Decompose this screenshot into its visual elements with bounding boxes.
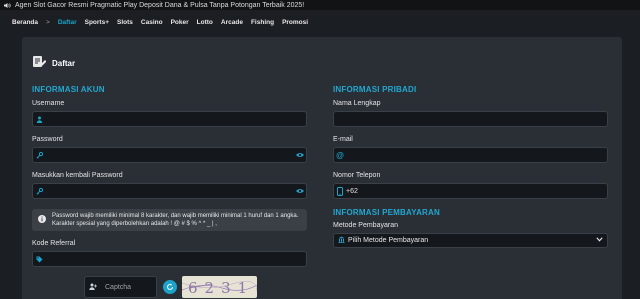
confirm-password-field[interactable] <box>32 183 307 199</box>
speaker-icon <box>4 2 11 9</box>
user-icon <box>33 116 45 123</box>
add-user-icon <box>89 283 97 292</box>
email-label: E-mail <box>333 136 353 143</box>
nav-casino[interactable]: Casino <box>141 19 163 26</box>
phone-prefix[interactable]: +62 <box>346 188 607 195</box>
nav-slots[interactable]: Slots <box>117 19 133 26</box>
phone-icon <box>334 186 346 196</box>
info-icon <box>38 215 46 225</box>
fullname-field[interactable] <box>333 111 608 127</box>
breadcrumb-separator: > <box>46 18 50 26</box>
phone-label: Nomor Telepon <box>333 172 381 179</box>
password-notice-text: Password wajib memiliki minimal 8 karakt… <box>52 213 299 227</box>
ticker-text: Agen Slot Gacor Resmi Pragmatic Play Dep… <box>15 1 305 9</box>
at-icon: @ <box>336 150 344 160</box>
nav-poker[interactable]: Poker <box>171 19 189 26</box>
tag-icon <box>33 256 45 263</box>
fullname-label: Nama Lengkap <box>333 100 381 107</box>
nav-promosi[interactable]: Promosi <box>282 19 308 26</box>
nav-beranda[interactable]: Beranda <box>12 19 38 26</box>
referral-field[interactable] <box>32 251 307 267</box>
payment-heading: INFORMASI PEMBAYARAN <box>333 208 440 217</box>
captcha-field[interactable]: Captcha <box>84 276 157 298</box>
password-field[interactable] <box>32 147 307 163</box>
panel-title: Daftar <box>32 55 75 71</box>
phone-field[interactable]: +62 <box>333 183 608 199</box>
key-icon <box>33 187 45 195</box>
nav-lotto[interactable]: Lotto <box>197 19 213 26</box>
refresh-captcha-button[interactable] <box>163 280 177 294</box>
announcement-ticker: Agen Slot Gacor Resmi Pragmatic Play Dep… <box>0 0 640 10</box>
bank-icon <box>338 236 345 245</box>
nav-daftar[interactable]: Daftar <box>58 19 77 26</box>
nav-arcade[interactable]: Arcade <box>221 19 243 26</box>
key-icon <box>33 151 45 159</box>
register-panel: Daftar INFORMASI AKUN Username Password … <box>22 37 622 299</box>
captcha-image: 6231 <box>182 276 257 298</box>
chevron-down-icon <box>596 237 603 244</box>
payment-method-label: Metode Pembayaran <box>333 222 398 229</box>
payment-method-value: Pilih Metode Pembayaran <box>348 237 429 244</box>
show-password-icon[interactable] <box>294 152 306 158</box>
referral-label: Kode Referral <box>32 240 76 247</box>
password-notice: Password wajib memiliki minimal 8 karakt… <box>32 209 307 231</box>
register-icon <box>32 55 47 71</box>
nav-fishing[interactable]: Fishing <box>251 19 274 26</box>
personal-heading: INFORMASI PRIBADI <box>333 85 417 94</box>
top-navigation: Beranda > Daftar Sports+ Slots Casino Po… <box>0 13 640 31</box>
page-title: Daftar <box>52 58 76 68</box>
refresh-icon <box>167 283 173 290</box>
email-field[interactable]: @ <box>333 147 608 163</box>
username-label: Username <box>32 100 65 107</box>
username-field[interactable] <box>32 111 307 127</box>
captcha-text: 6231 <box>188 279 254 297</box>
payment-method-select[interactable]: Pilih Metode Pembayaran <box>333 233 608 248</box>
show-confirm-password-icon[interactable] <box>294 188 306 194</box>
account-heading: INFORMASI AKUN <box>32 85 105 94</box>
nav-sports[interactable]: Sports+ <box>85 19 109 26</box>
password-label: Password <box>32 136 63 143</box>
captcha-input[interactable]: Captcha <box>105 284 131 291</box>
confirm-password-label: Masukkan kembali Password <box>32 172 123 179</box>
